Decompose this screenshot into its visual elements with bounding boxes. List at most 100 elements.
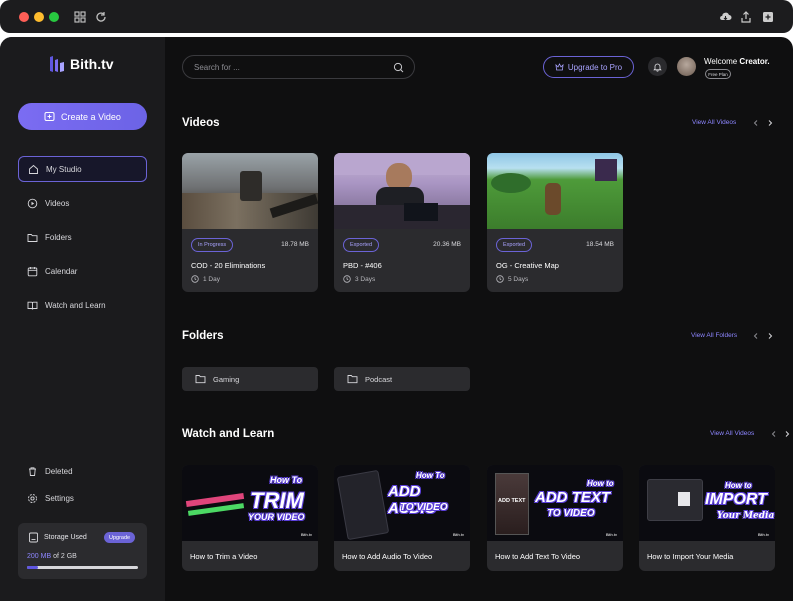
thumb-headline: ADD TEXT [535,489,610,506]
storage-label: Storage Used [44,534,87,541]
watermark: Bith.tv [452,532,464,537]
minimize-window-button[interactable] [34,12,44,22]
search-icon[interactable] [393,62,404,73]
phone-mockup: ADD TEXT [495,473,529,535]
sidebar-item-deleted[interactable]: Deleted [18,458,147,484]
bell-icon [653,63,662,72]
chevron-right-icon[interactable] [783,430,791,438]
sidebar: Bith.tv Create a Video My Studio Videos … [0,37,165,601]
folder-name: Podcast [365,374,393,384]
avatar[interactable] [677,57,696,76]
main-content: Search for ... Upgrade to Pro Welcome Cr… [165,37,793,601]
maximize-window-button[interactable] [49,12,59,22]
app-body: Bith.tv Create a Video My Studio Videos … [0,37,793,601]
storage-total: of 2 GB [53,553,77,560]
video-thumbnail [182,153,318,229]
chevron-right-icon[interactable] [766,332,774,340]
app-name: Bith.tv [70,56,114,72]
plan-badge: Free Plan [705,69,731,79]
upgrade-to-pro-button[interactable]: Upgrade to Pro [543,56,634,78]
video-age: 3 Days [343,275,375,283]
cloud-download-icon[interactable] [718,10,732,24]
sidebar-item-label: Settings [45,493,74,503]
thumb-how-to: How To [270,475,303,485]
folder-item-podcast[interactable]: Podcast [334,367,470,391]
home-icon [29,164,38,174]
chevron-right-icon[interactable] [766,119,774,127]
sidebar-item-watch-and-learn[interactable]: Watch and Learn [18,292,147,318]
learn-thumbnail: How To TRIM YOUR VIDEO Bith.tv [182,465,318,541]
sidebar-item-videos[interactable]: Videos [18,190,147,216]
video-card[interactable]: Exported 18.54 MB OG - Creative Map 5 Da… [487,153,623,292]
chevron-left-icon[interactable] [752,119,760,127]
video-title: PBD - #406 [343,261,382,270]
create-video-button[interactable]: Create a Video [18,103,147,130]
clock-icon [343,275,351,283]
search-input[interactable]: Search for ... [182,55,415,79]
sidebar-item-label: Folders [45,232,72,242]
thumb-headline: TRIM [250,488,304,513]
learn-card[interactable]: How To ADD AUDIO TO VIDEO Bith.tv How to… [334,465,470,571]
refresh-icon[interactable] [94,10,108,24]
learn-title: How to Import Your Media [647,552,734,561]
learn-card[interactable]: ADD TEXT How to ADD TEXT TO VIDEO Bith.t… [487,465,623,571]
video-age: 1 Day [191,275,220,283]
learn-thumbnail: How to IMPORT Your Media Bith.tv [639,465,775,541]
share-icon[interactable] [739,10,753,24]
learn-section-title: Watch and Learn [182,428,275,440]
folder-item-gaming[interactable]: Gaming [182,367,318,391]
app-window: Bith.tv Create a Video My Studio Videos … [0,0,793,601]
clock-icon [191,275,199,283]
panel-mockup [336,469,390,541]
storage-upgrade-button[interactable]: Upgrade [104,532,136,543]
storage-icon [29,532,38,543]
sidebar-item-my-studio[interactable]: My Studio [18,156,147,182]
watermark: Bith.tv [605,532,617,537]
storage-progress-fill [27,566,39,569]
chevron-left-icon[interactable] [752,332,760,340]
new-tab-icon[interactable] [761,10,775,24]
learn-card[interactable]: How to IMPORT Your Media Bith.tv How to … [639,465,775,571]
learn-title: How to Add Audio To Video [342,552,433,561]
view-all-folders-link[interactable]: View All Folders [691,332,737,339]
clock-icon [496,275,504,283]
book-icon [27,301,38,310]
learn-card[interactable]: How To TRIM YOUR VIDEO Bith.tv How to Tr… [182,465,318,571]
thumb-subline: TO VIDEO [547,508,595,519]
thumb-subline: TO VIDEO [400,502,448,513]
thumb-headline: IMPORT [705,491,767,508]
gear-icon [28,493,37,503]
create-video-label: Create a Video [61,111,121,122]
view-all-learn-link[interactable]: View All Videos [710,430,754,437]
folders-section-title: Folders [182,330,224,342]
sidebar-item-calendar[interactable]: Calendar [18,258,147,284]
sidebar-item-folders[interactable]: Folders [18,224,147,250]
sidebar-item-label: Deleted [45,466,73,476]
video-title: COD - 20 Eliminations [191,261,266,270]
sidebar-item-settings[interactable]: Settings [18,485,147,511]
notifications-button[interactable] [648,57,667,76]
video-age-label: 3 Days [355,275,376,283]
status-badge: Exported [343,238,380,252]
video-age: 5 Days [496,275,528,283]
learn-thumbnail: ADD TEXT How to ADD TEXT TO VIDEO Bith.t… [487,465,623,541]
chevron-left-icon[interactable] [770,430,778,438]
folder-name: Gaming [213,374,240,384]
sidebar-item-label: My Studio [46,164,82,174]
logo[interactable]: Bith.tv [49,55,114,73]
folder-icon [195,375,206,384]
video-card[interactable]: Exported 20.36 MB PBD - #406 3 Days [334,153,470,292]
video-card[interactable]: In Progress 18.78 MB COD - 20 Eliminatio… [182,153,318,292]
video-thumbnail [487,153,623,229]
calendar-icon [27,266,38,276]
upgrade-label: Upgrade to Pro [567,62,623,72]
learn-title: How to Add Text To Video [495,552,581,561]
video-plus-icon [44,112,55,121]
view-all-videos-link[interactable]: View All Videos [692,119,736,126]
thumb-how-to: How to [587,479,614,488]
video-age-label: 1 Day [203,275,220,283]
video-thumbnail [334,153,470,229]
welcome-prefix: Welcome [704,57,740,66]
grid-icon[interactable] [73,10,87,24]
close-window-button[interactable] [19,12,29,22]
